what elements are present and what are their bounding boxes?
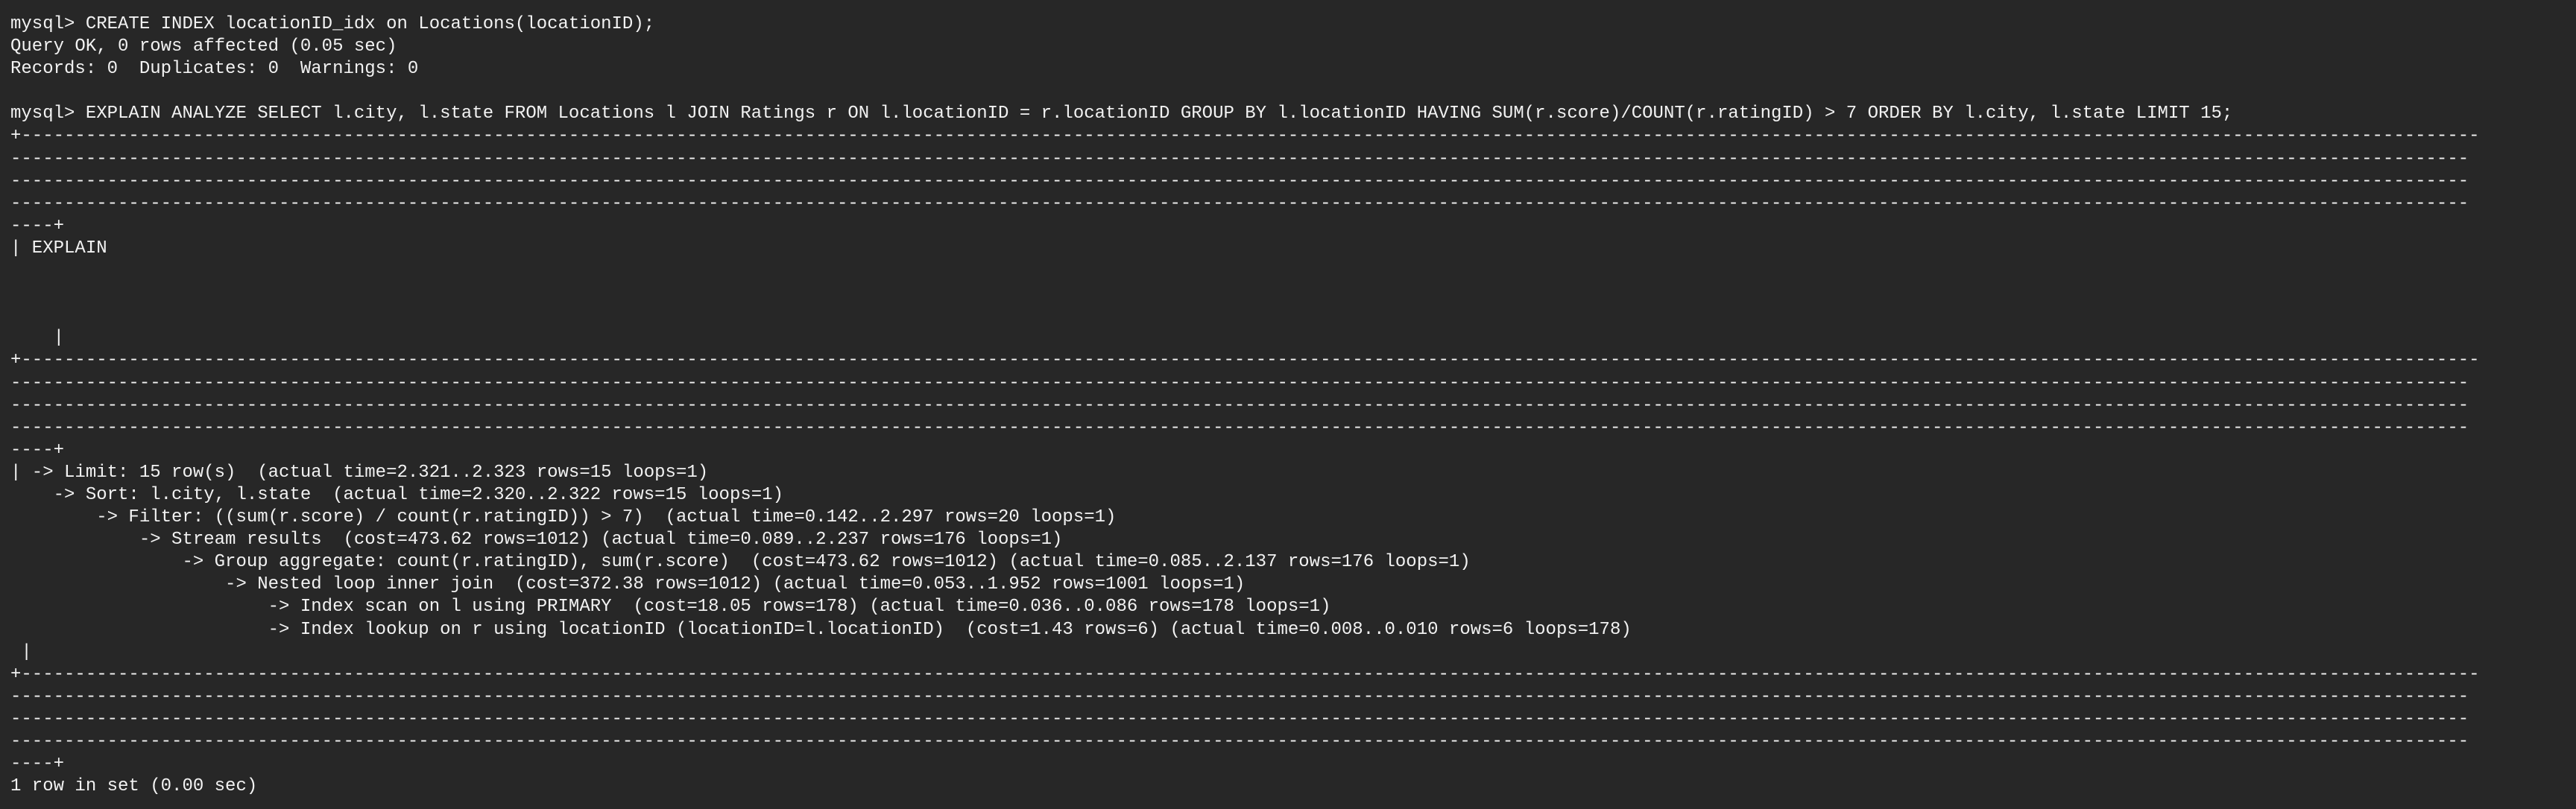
table-border-line: ----+ (10, 754, 65, 775)
table-border-line: ----------------------------------------… (10, 148, 2469, 169)
table-border-line: ----------------------------------------… (10, 372, 2469, 393)
terminal-output: mysql> CREATE INDEX locationID_idx on Lo… (10, 13, 2576, 798)
table-border-line: +---------------------------------------… (10, 664, 2480, 685)
table-header-line: | EXPLAIN (10, 238, 107, 258)
explain-plan-line: -> Sort: l.city, l.state (actual time=2.… (10, 484, 783, 505)
table-border-line: ----+ (10, 215, 65, 236)
output-line: Query OK, 0 rows affected (0.05 sec) (10, 37, 397, 57)
sql-command-line: mysql> EXPLAIN ANALYZE SELECT l.city, l.… (10, 104, 2233, 124)
table-header-line: | (10, 328, 65, 349)
table-border-line: ----------------------------------------… (10, 395, 2469, 416)
explain-plan-line: -> Index scan on l using PRIMARY (cost=1… (10, 597, 1331, 618)
table-border-line: ----------------------------------------… (10, 171, 2469, 191)
sql-command-line: mysql> CREATE INDEX locationID_idx on Lo… (10, 14, 655, 34)
output-line: Records: 0 Duplicates: 0 Warnings: 0 (10, 59, 419, 80)
explain-plan-line: -> Filter: ((sum(r.score) / count(r.rati… (10, 507, 1117, 528)
explain-plan-line: | -> Limit: 15 row(s) (actual time=2.321… (10, 462, 709, 483)
table-border-line: ----------------------------------------… (10, 686, 2469, 707)
table-border-line: ----------------------------------------… (10, 732, 2469, 752)
result-summary-line: 1 row in set (0.00 sec) (10, 776, 258, 797)
table-border-line: +---------------------------------------… (10, 350, 2480, 371)
explain-plan-line: -> Index lookup on r using locationID (l… (10, 619, 1632, 640)
explain-plan-line: -> Stream results (cost=473.62 rows=1012… (10, 530, 1063, 551)
explain-plan-line: -> Group aggregate: count(r.ratingID), s… (10, 552, 1471, 573)
table-border-line: ----------------------------------------… (10, 193, 2469, 214)
table-row-end-line: | (10, 641, 32, 662)
table-border-line: +---------------------------------------… (10, 126, 2480, 147)
explain-plan-line: -> Nested loop inner join (cost=372.38 r… (10, 574, 1246, 595)
table-border-line: ----------------------------------------… (10, 708, 2469, 729)
table-border-line: ----------------------------------------… (10, 417, 2469, 438)
terminal-window[interactable]: mysql> CREATE INDEX locationID_idx on Lo… (0, 0, 2576, 809)
table-border-line: ----+ (10, 440, 65, 460)
